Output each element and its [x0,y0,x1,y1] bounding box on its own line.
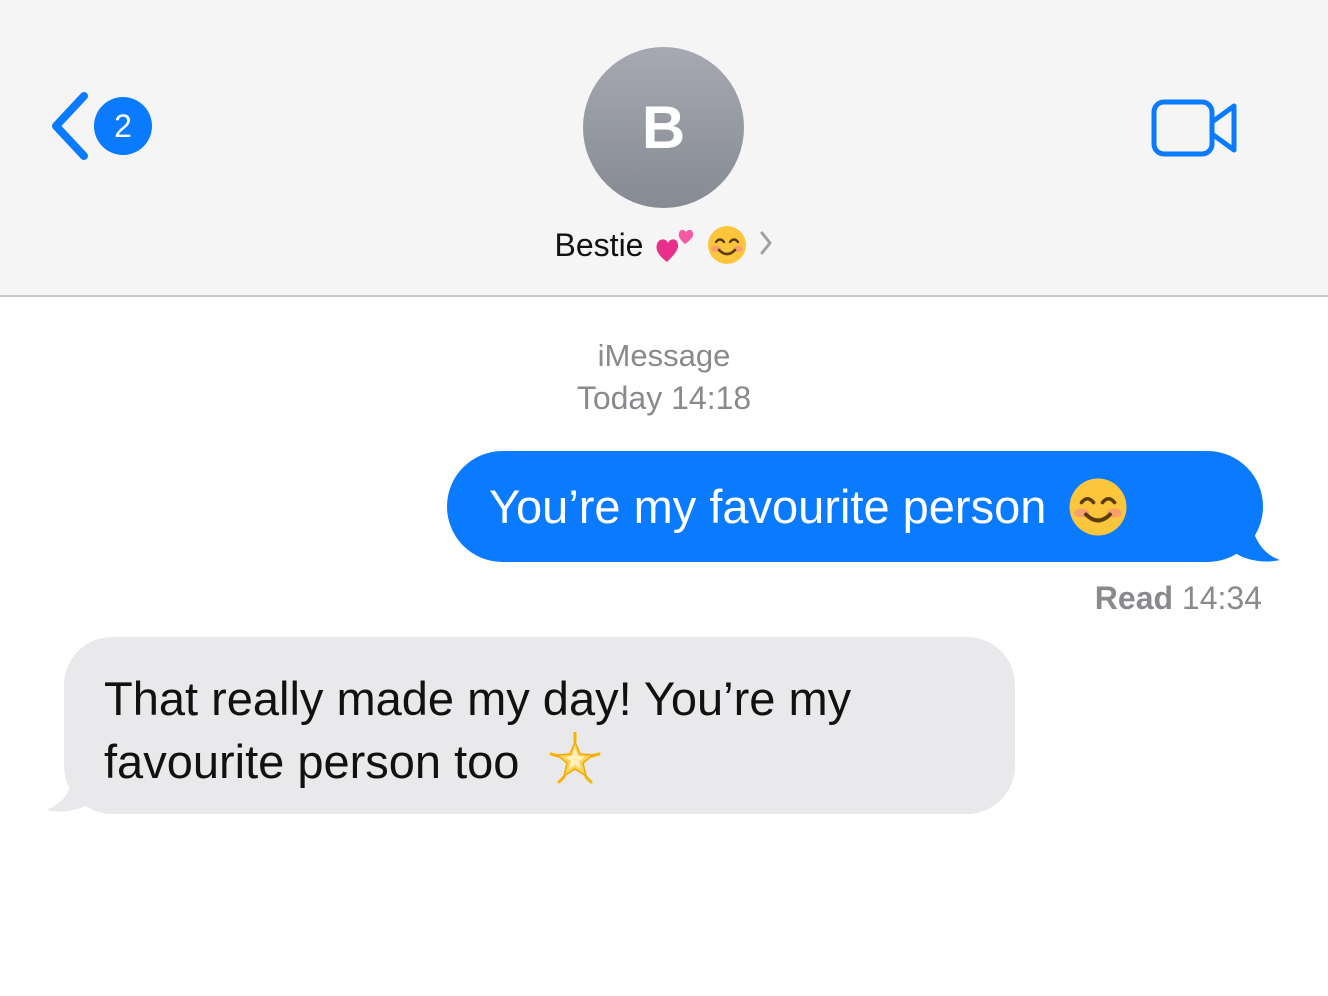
conversation-timestamp: Today 14:18 [576,380,752,416]
read-receipt: Read 14:34 [1095,580,1262,617]
sent-message-text: You’re my favourite person [489,480,1047,533]
contact-name-button[interactable]: Bestie [0,222,1328,268]
glowing-star-emoji [547,731,603,788]
read-receipt-time: 14:34 [1181,580,1262,616]
video-camera-icon [1150,99,1240,162]
smiling-face-emoji [1068,477,1128,537]
received-message-line: favourite person too [104,735,520,788]
received-bubble-tail [46,770,98,812]
sent-bubble-tail [1228,520,1280,562]
received-message-line: That really made my day! You’re my [104,672,852,725]
read-receipt-label: Read [1094,580,1174,616]
unread-count-badge: 2 [94,97,152,155]
two-hearts-emoji [653,222,699,268]
smiling-face-emoji [707,225,747,265]
chevron-left-icon [48,90,92,162]
conversation-header: 2 B Bestie [0,0,1328,297]
back-button[interactable]: 2 [48,90,152,162]
chevron-right-icon [759,230,773,261]
sent-message-bubble[interactable]: You’re my favourite person [447,451,1263,562]
avatar[interactable]: B [583,47,744,208]
contact-name: Bestie [554,226,644,263]
service-label: iMessage [597,338,731,373]
received-message-bubble[interactable]: That really made my day! You’re my favou… [64,637,1015,814]
facetime-video-button[interactable] [1150,98,1240,163]
